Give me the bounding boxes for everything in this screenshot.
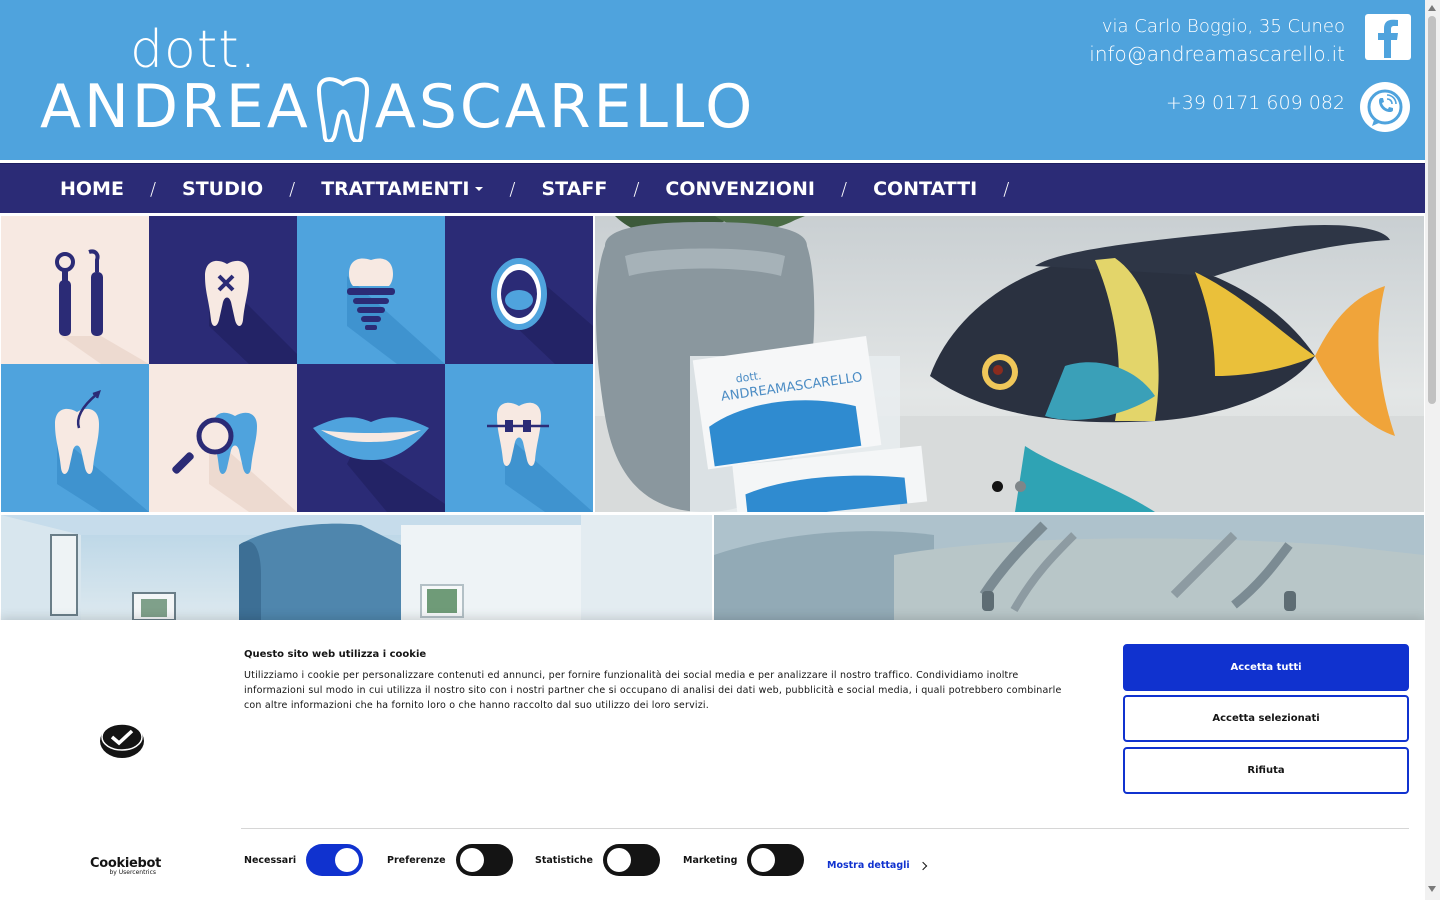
nav-item-contatti[interactable]: CONTATTI / [873,178,1035,200]
tile-open-mouth[interactable] [445,216,593,364]
scroll-down-arrow-icon[interactable] [1428,886,1436,892]
toggle-marketing: Marketing [683,844,805,876]
nav-item-home[interactable]: HOME / [60,178,182,200]
waiting-room-image [1,515,712,620]
switch-knob [335,848,360,872]
accept-all-button[interactable]: Accetta tutti [1123,644,1409,691]
nav-separator: / [289,178,296,200]
logo-name-first: ANDREA [40,72,311,142]
tooth-magnifier-icon [172,412,297,512]
hero-slider[interactable]: dott. ANDREAMASCARELLO [595,216,1424,512]
dental-implant-icon [347,258,445,364]
nav-separator: / [509,178,516,200]
cookie-consent-banner: Questo sito web utilizza i cookie Utiliz… [0,620,1425,900]
facebook-icon[interactable] [1365,14,1411,60]
accept-selected-button[interactable]: Accetta selezionati [1123,695,1409,742]
nav-item-label: STAFF [541,178,608,200]
nav-item-trattamenti[interactable]: TRATTAMENTI / [321,178,541,200]
nav-separator: / [840,178,848,200]
tooth-logo-icon [316,77,369,142]
nav-item-staff[interactable]: STAFF / [542,178,666,200]
toggle-label: Preferenze [387,854,446,866]
tile-dental-tools[interactable] [1,216,149,364]
dental-instruments-image [714,515,1424,620]
reject-button[interactable]: Rifiuta [1123,747,1409,794]
cookie-description: Utilizziamo i cookie per personalizzare … [244,670,1062,711]
nav-item-label: HOME [60,178,124,200]
toggle-label: Necessari [244,854,297,866]
tile-tooth-extraction[interactable] [149,216,297,364]
logo-name: ANDREA ASCARELLO [40,72,755,142]
logo-dott: dott. [130,20,258,80]
root-canal-icon [55,390,149,512]
email-link[interactable]: info@andreamascarello.it [1089,40,1345,68]
slider-dot-2[interactable] [1015,481,1026,492]
toggle-preferenze: Preferenze [387,844,513,876]
nav-item-studio[interactable]: STUDIO / [182,178,321,200]
scrollbar-thumb[interactable] [1428,16,1436,404]
switch-knob [606,848,631,872]
cookie-title: Questo sito web utilizza i cookie [244,649,427,660]
toggle-label: Statistiche [535,854,593,866]
tooth-braces-icon [487,402,593,512]
phone-link[interactable]: +39 0171 609 082 [1166,92,1345,114]
address-text: via Carlo Boggio, 35 Cuneo [1101,16,1345,37]
site-header: dott. ANDREA ASCARELLO via Carlo Boggio,… [0,0,1425,160]
treatment-tiles [1,216,593,512]
show-details-link[interactable]: Mostra dettagli [827,860,927,871]
dental-chair-photo [714,515,1424,620]
toggle-label: Marketing [683,854,738,866]
open-mouth-icon [491,258,593,364]
preferenze-switch[interactable] [455,844,513,876]
toggle-statistiche: Statistiche [535,844,660,876]
studio-waiting-room-photo [1,515,712,620]
tile-lips[interactable] [297,364,445,512]
site-logo[interactable]: dott. ANDREA ASCARELLO [40,20,752,142]
slider-dot-1[interactable] [992,481,1003,492]
logo-name-last: ASCARELLO [374,72,756,142]
tooth-extraction-icon [205,260,297,364]
cookiebot-logo[interactable]: Cookiebot by Usercentrics [90,856,161,876]
tile-tooth-braces[interactable] [445,364,593,512]
nav-item-label: CONVENZIONI [665,178,815,200]
main-navigation: HOME / STUDIO / TRATTAMENTI / STAFF / CONVEN… [0,163,1425,213]
necessari-switch[interactable] [306,844,364,876]
cookie-divider [241,828,1409,829]
tile-tooth-magnifier[interactable] [149,364,297,512]
hero-slide-image: dott. ANDREAMASCARELLO [595,216,1424,512]
scroll-up-arrow-icon[interactable] [1428,5,1436,11]
nav-separator: / [1003,178,1010,200]
nav-item-label: STUDIO [182,178,264,200]
dental-tools-icon [55,249,149,364]
nav-separator: / [149,178,157,200]
nav-separator: / [633,178,640,200]
tile-dental-implant[interactable] [297,216,445,364]
toggle-necessari: Necessari [244,844,364,876]
chevron-right-icon [918,861,927,870]
page: dott. ANDREA ASCARELLO via Carlo Boggio,… [0,0,1440,900]
cookiebot-shield-icon [100,723,144,758]
phone-icon[interactable] [1360,82,1410,132]
nav-item-label: TRATTAMENTI [321,178,470,200]
switch-knob [751,848,776,872]
statistiche-switch[interactable] [602,844,660,876]
lips-icon [313,417,445,512]
caret-down-icon [475,187,484,191]
tile-root-canal[interactable] [1,364,149,512]
nav-item-label: CONTATTI [873,178,978,200]
contact-info: via Carlo Boggio, 35 Cuneo info@andreama… [1089,14,1345,68]
nav-item-convenzioni[interactable]: CONVENZIONI / [665,178,873,200]
switch-knob [459,848,484,872]
marketing-switch[interactable] [747,844,805,876]
show-details-label: Mostra dettagli [827,860,910,871]
